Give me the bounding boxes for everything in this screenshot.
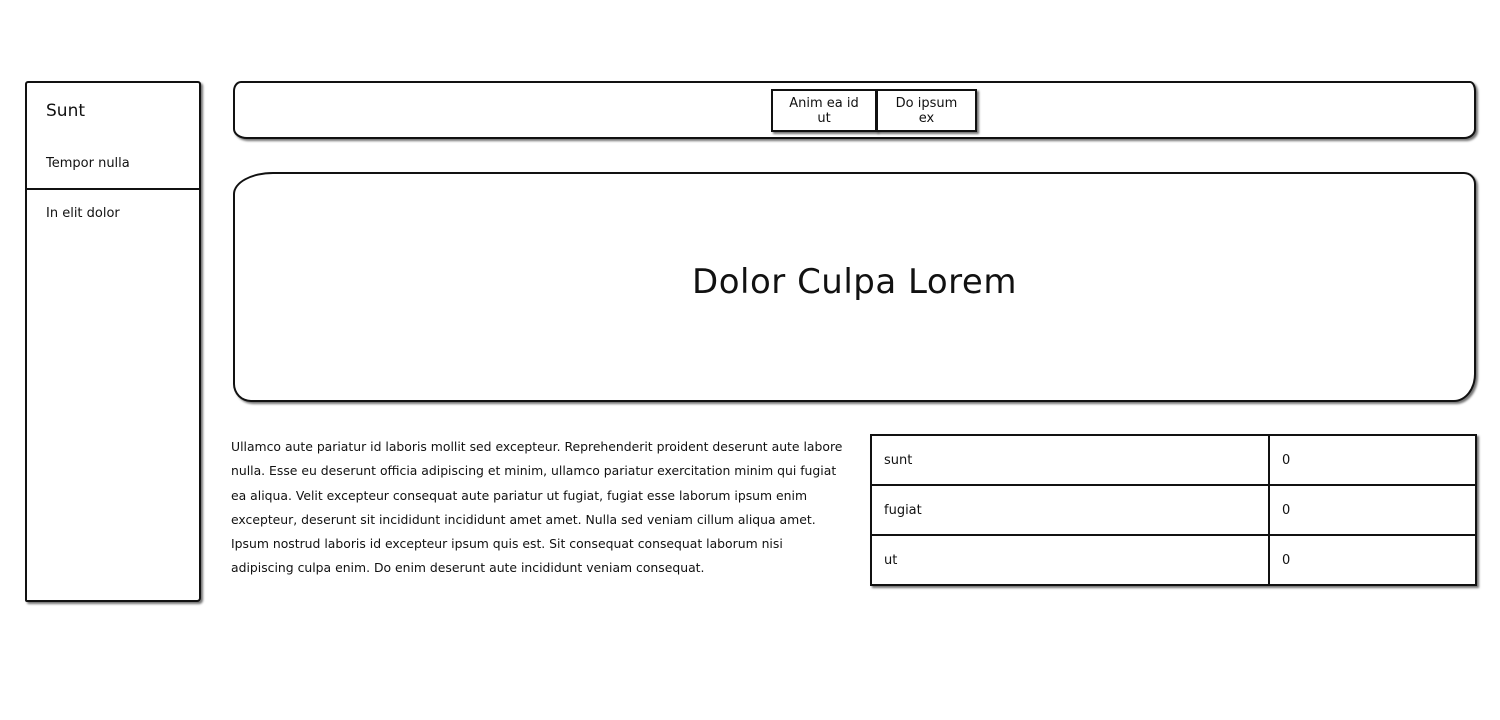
hero-title: Dolor Culpa Lorem	[692, 262, 1017, 302]
table-cell-value: 0	[1268, 534, 1477, 586]
sidebar: Sunt Tempor nulla In elit dolor	[25, 81, 201, 602]
top-bar: Anim ea id ut Do ipsum ex	[233, 81, 1476, 139]
do-ipsum-ex-button[interactable]: Do ipsum ex	[876, 89, 977, 132]
table-cell-value: 0	[1268, 484, 1477, 536]
sidebar-divider	[27, 188, 199, 190]
table-row: sunt 0	[870, 434, 1477, 486]
table-cell-value: 0	[1268, 434, 1477, 486]
sidebar-item-in-elit-dolor[interactable]: In elit dolor	[46, 206, 120, 221]
table-cell-label: ut	[870, 534, 1270, 586]
data-table: sunt 0 fugiat 0 ut 0	[870, 434, 1477, 586]
table-cell-label: fugiat	[870, 484, 1270, 536]
table-row: ut 0	[870, 534, 1477, 586]
table-row: fugiat 0	[870, 484, 1477, 536]
table-cell-label: sunt	[870, 434, 1270, 486]
sidebar-brand: Sunt	[46, 101, 86, 121]
sidebar-item-tempor-nulla[interactable]: Tempor nulla	[46, 156, 130, 171]
top-bar-button-group: Anim ea id ut Do ipsum ex	[771, 89, 977, 132]
anim-ea-id-ut-button[interactable]: Anim ea id ut	[771, 89, 877, 132]
hero-banner: Dolor Culpa Lorem	[233, 172, 1476, 402]
body-paragraph: Ullamco aute pariatur id laboris mollit …	[231, 439, 843, 576]
